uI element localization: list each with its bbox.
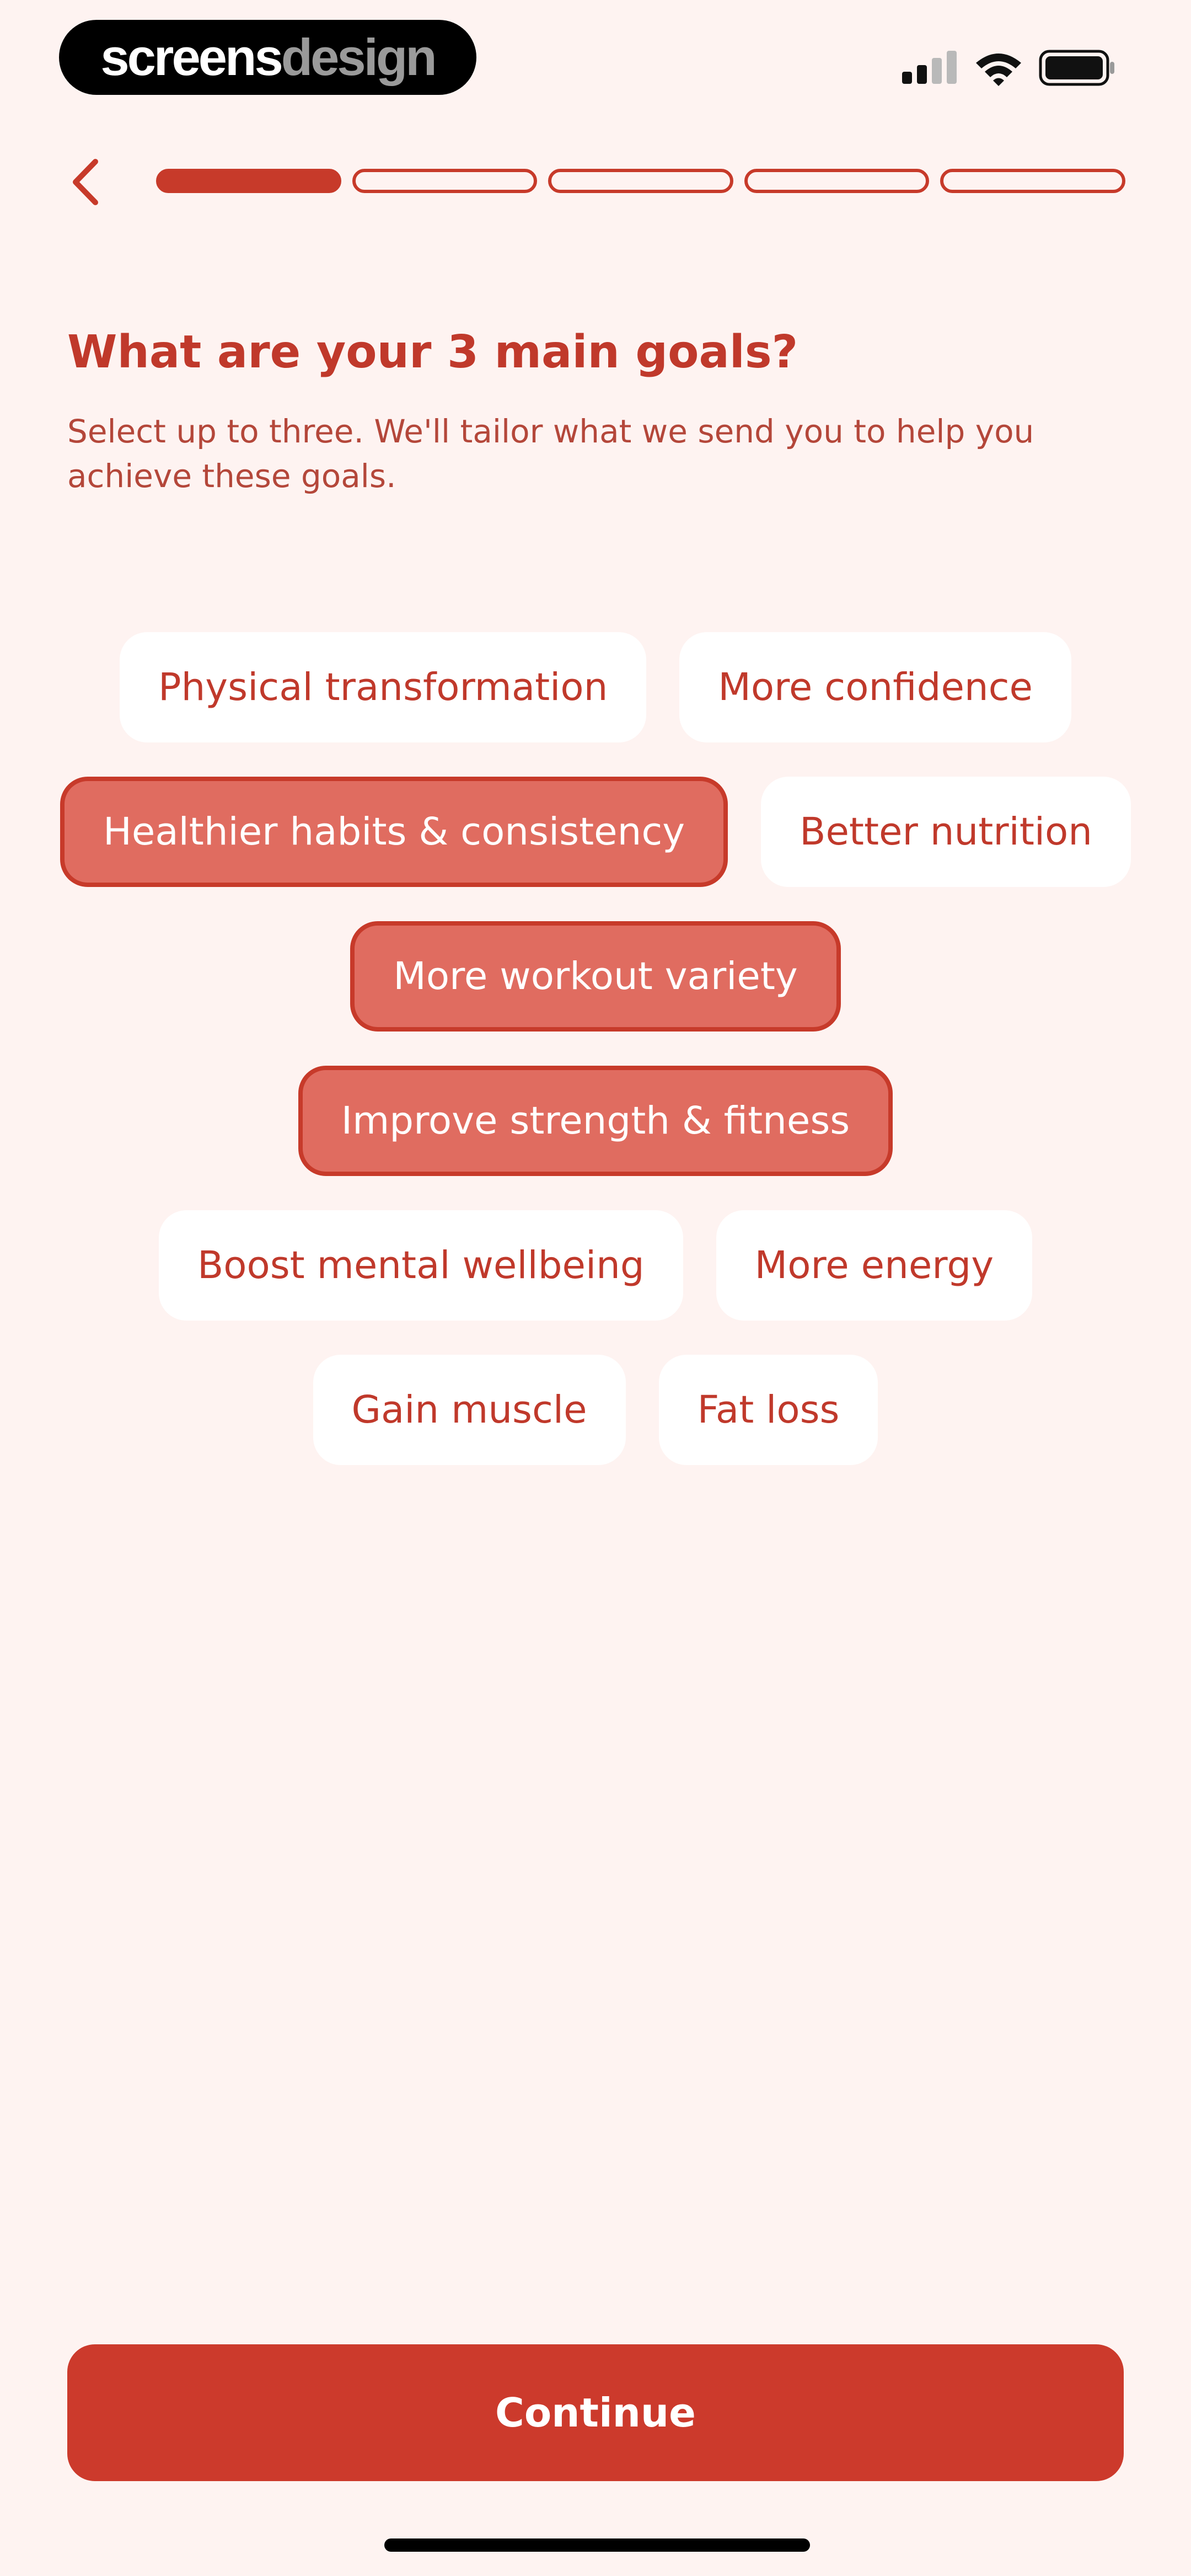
progress-segment <box>548 169 733 193</box>
goal-chip[interactable]: Gain muscle <box>313 1355 626 1465</box>
chip-row: Healthier habits & consistency Better nu… <box>33 777 1158 887</box>
signal-icon <box>902 51 957 84</box>
continue-button[interactable]: Continue <box>67 2344 1124 2481</box>
chip-row: Physical transformation More confidence <box>33 632 1158 742</box>
goal-chip[interactable]: More confidence <box>679 632 1072 742</box>
chip-row: Gain muscle Fat loss <box>33 1355 1158 1465</box>
chip-row: Improve strength & fitness <box>33 1066 1158 1176</box>
brand-wordmark: screensdesign <box>100 28 437 86</box>
chip-row: More workout variety <box>33 921 1158 1032</box>
chevron-left-icon <box>73 159 98 205</box>
chip-row: Boost mental wellbeing More energy <box>33 1210 1158 1321</box>
goal-chip[interactable]: Boost mental wellbeing <box>158 1210 683 1321</box>
progress-segment <box>940 169 1125 193</box>
brand-secondary-text: design <box>281 28 437 86</box>
back-button[interactable] <box>55 149 116 215</box>
goal-chip[interactable]: Improve strength & fitness <box>298 1066 893 1176</box>
page-title: What are your 3 main goals? <box>67 326 798 378</box>
home-indicator <box>384 2538 810 2552</box>
progress-segment <box>352 169 538 193</box>
wifi-icon <box>976 54 1021 86</box>
goal-chip[interactable]: Better nutrition <box>761 777 1131 887</box>
progress-indicator <box>156 169 1125 193</box>
goal-chips: Physical transformation More confidence … <box>33 632 1158 1499</box>
goal-chip[interactable]: More workout variety <box>350 921 841 1032</box>
goal-chip[interactable]: Healthier habits & consistency <box>60 777 728 887</box>
goal-chip[interactable]: Fat loss <box>658 1355 878 1465</box>
brand-logo: screensdesign <box>59 20 476 95</box>
page-subtitle: Select up to three. We'll tailor what we… <box>67 413 1034 495</box>
progress-segment <box>744 169 930 193</box>
goal-chip[interactable]: More energy <box>716 1210 1033 1321</box>
progress-segment <box>156 169 341 193</box>
status-bar: screensdesign <box>0 0 1191 121</box>
battery-icon <box>1039 50 1114 86</box>
goal-chip[interactable]: Physical transformation <box>119 632 647 742</box>
brand-primary-text: screens <box>100 28 283 86</box>
